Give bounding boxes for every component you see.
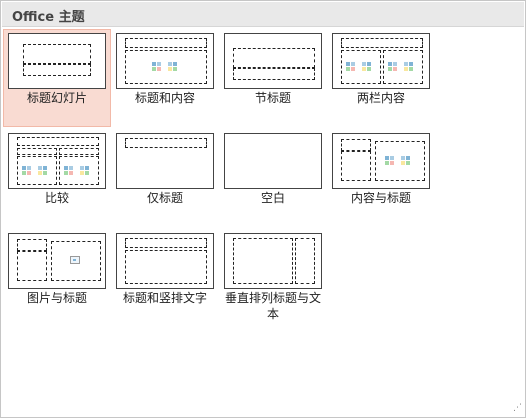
layout-label: 比较 [44,191,69,205]
layout-thumbnail [8,233,106,289]
picture-placeholder [51,241,101,281]
title-placeholder [233,48,315,68]
layout-blank[interactable]: 空白 [219,129,327,227]
layout-two-content[interactable]: 两栏内容 [327,29,435,127]
title-placeholder [23,44,91,64]
content-icons-icon [404,62,418,72]
content-icons-icon [385,156,399,166]
layout-title-and-content[interactable]: 标题和内容 [111,29,219,127]
layout-thumbnail [8,133,106,189]
layout-thumbnail [224,33,322,89]
layout-thumbnail [8,33,106,89]
title-placeholder [17,137,99,146]
layout-title-and-vertical-text[interactable]: 标题和竖排文字 [111,229,219,327]
layout-label: 空白 [260,191,285,205]
layout-picture-with-caption[interactable]: 图片与标题 [3,229,111,327]
picture-icon [70,256,80,264]
content-icons-icon [168,62,182,72]
layout-label: 标题和竖排文字 [122,291,207,305]
vertical-text-placeholder [125,250,207,284]
layout-thumbnail [332,33,430,89]
content-icons-icon [38,166,52,176]
layout-label: 两栏内容 [356,91,405,105]
layout-comparison[interactable]: 比较 [3,129,111,227]
layout-gallery-panel: Office 主题 标题幻灯片 标题和内容 节标题 两栏内容 比较 仅标题 空白… [0,0,526,418]
title-placeholder [125,138,207,148]
content-placeholder [125,50,207,84]
gallery-header: Office 主题 [2,2,524,27]
content-icons-icon [401,156,415,166]
layout-thumbnail [224,233,322,289]
content-icons-icon [362,62,376,72]
heading-placeholder-left [17,148,57,155]
layout-thumbnail [116,233,214,289]
layout-label: 内容与标题 [350,191,411,205]
content-icons-icon [80,166,94,176]
layout-section-header[interactable]: 节标题 [219,29,327,127]
text-placeholder [17,251,47,281]
content-placeholder-right [59,156,99,185]
layout-thumbnail [116,133,214,189]
title-placeholder [125,38,207,48]
heading-placeholder-right [59,148,99,155]
layout-title-only[interactable]: 仅标题 [111,129,219,227]
title-placeholder [125,238,207,248]
gallery-title: Office 主题 [12,10,85,25]
layout-label: 标题和内容 [134,91,195,105]
vertical-title-placeholder [295,238,315,284]
layout-title-slide[interactable]: 标题幻灯片 [3,29,111,127]
title-placeholder [341,139,371,151]
resize-grip-icon[interactable]: ⋰ [513,403,522,413]
text-placeholder [233,68,315,80]
layout-label: 节标题 [254,91,291,105]
content-icons-icon [388,62,402,72]
content-placeholder-left [17,156,57,185]
layout-thumbnail [332,133,430,189]
content-icons-icon [64,166,78,176]
layout-label: 仅标题 [146,191,183,205]
content-icons-icon [152,62,166,72]
layout-label: 标题幻灯片 [26,91,87,105]
layout-thumbnail [224,133,322,189]
subtitle-placeholder [23,64,91,76]
layout-label: 垂直排列标题与文本 [224,291,321,321]
content-icons-icon [22,166,36,176]
layout-thumbnail [116,33,214,89]
content-placeholder [375,141,425,181]
content-placeholder-left [341,50,381,84]
vertical-text-placeholder [233,238,293,284]
content-icons-icon [346,62,360,72]
layout-label: 图片与标题 [26,291,87,305]
text-placeholder [341,151,371,181]
title-placeholder [341,38,423,48]
layout-vertical-title-and-text[interactable]: 垂直排列标题与文本 [219,229,327,327]
content-placeholder-right [383,50,423,84]
title-placeholder [17,239,47,251]
layout-content-with-caption[interactable]: 内容与标题 [327,129,435,227]
